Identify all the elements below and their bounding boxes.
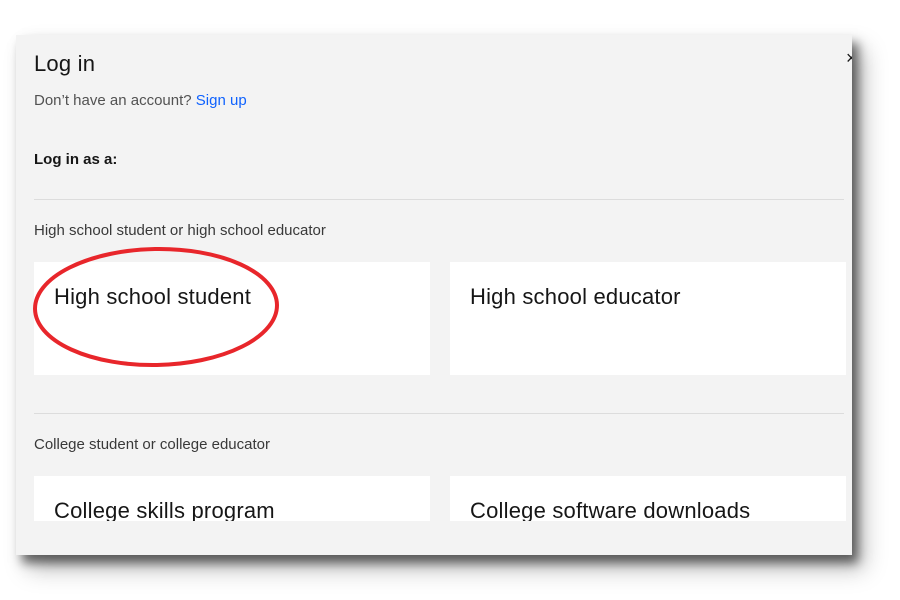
signup-link[interactable]: Sign up bbox=[196, 92, 247, 109]
tile-label: College skills program bbox=[54, 498, 275, 521]
signup-prompt: Don’t have an account? Sign up bbox=[34, 92, 247, 109]
tile-label: High school educator bbox=[470, 284, 681, 309]
section-label-college: College student or college educator bbox=[34, 436, 270, 453]
section-label-high-school: High school student or high school educa… bbox=[34, 222, 326, 239]
tile-label: College software downloads bbox=[470, 498, 751, 521]
tile-high-school-student[interactable]: High school student bbox=[34, 262, 430, 375]
tile-label: High school student bbox=[54, 284, 252, 309]
tile-college-software-downloads[interactable]: College software downloads bbox=[450, 476, 846, 521]
login-modal: × Log in Don’t have an account? Sign up … bbox=[16, 35, 852, 555]
login-as-heading: Log in as a: bbox=[34, 151, 118, 168]
section-divider bbox=[34, 413, 844, 414]
tile-college-skills-program[interactable]: College skills program bbox=[34, 476, 430, 521]
no-account-text: Don’t have an account? bbox=[34, 92, 192, 109]
modal-title: Log in bbox=[34, 51, 96, 76]
tile-high-school-educator[interactable]: High school educator bbox=[450, 262, 846, 375]
section-divider bbox=[34, 199, 844, 200]
close-icon[interactable]: × bbox=[846, 49, 852, 67]
screenshot-stage: × Log in Don’t have an account? Sign up … bbox=[0, 0, 900, 600]
